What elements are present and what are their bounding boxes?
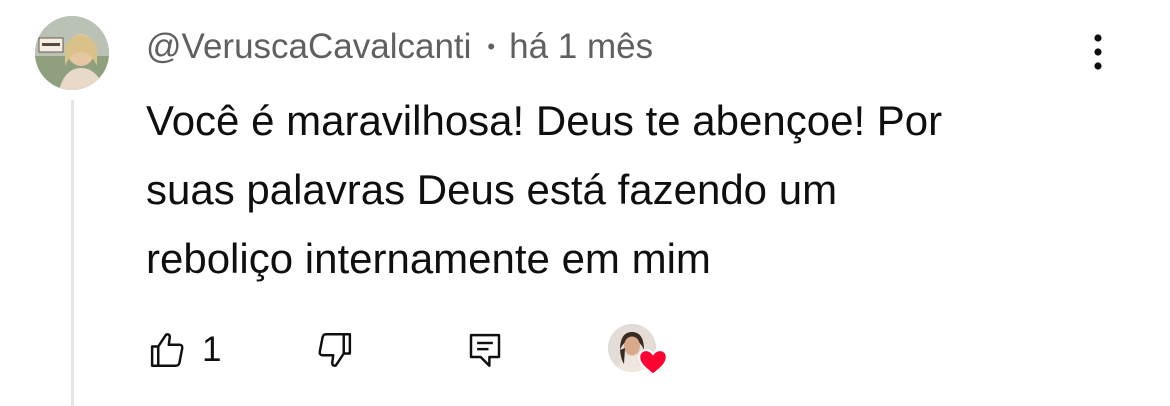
comment-line: suas palavras Deus está fazendo um bbox=[146, 166, 838, 213]
reply-comment-icon bbox=[469, 333, 501, 367]
like-count: 1 bbox=[202, 330, 222, 369]
creator-heart-badge bbox=[608, 324, 672, 380]
more-vertical-icon bbox=[1094, 34, 1102, 70]
dislike-button[interactable] bbox=[314, 322, 356, 378]
reply-button[interactable] bbox=[464, 322, 506, 378]
like-button[interactable]: 1 bbox=[146, 322, 221, 378]
more-options-button[interactable] bbox=[1080, 30, 1116, 74]
meta-separator: • bbox=[487, 34, 496, 59]
comment-text: Você é maravilhosa! Deus te abençoe! Por… bbox=[146, 86, 1106, 293]
thumbs-down-icon bbox=[318, 333, 352, 367]
author-avatar[interactable] bbox=[35, 16, 109, 90]
heart-icon bbox=[638, 349, 668, 376]
author-name[interactable]: @VeruscaCavalcanti bbox=[146, 27, 471, 67]
thumbs-up-icon bbox=[150, 333, 184, 367]
comment-line: reboliço internamente em mim bbox=[146, 235, 711, 282]
avatar-photo bbox=[35, 16, 109, 90]
thread-line bbox=[71, 100, 74, 406]
comment-meta: @VeruscaCavalcanti • há 1 mês bbox=[146, 25, 653, 69]
comment-line: Você é maravilhosa! Deus te abençoe! Por bbox=[146, 97, 943, 144]
timestamp[interactable]: há 1 mês bbox=[509, 27, 653, 67]
